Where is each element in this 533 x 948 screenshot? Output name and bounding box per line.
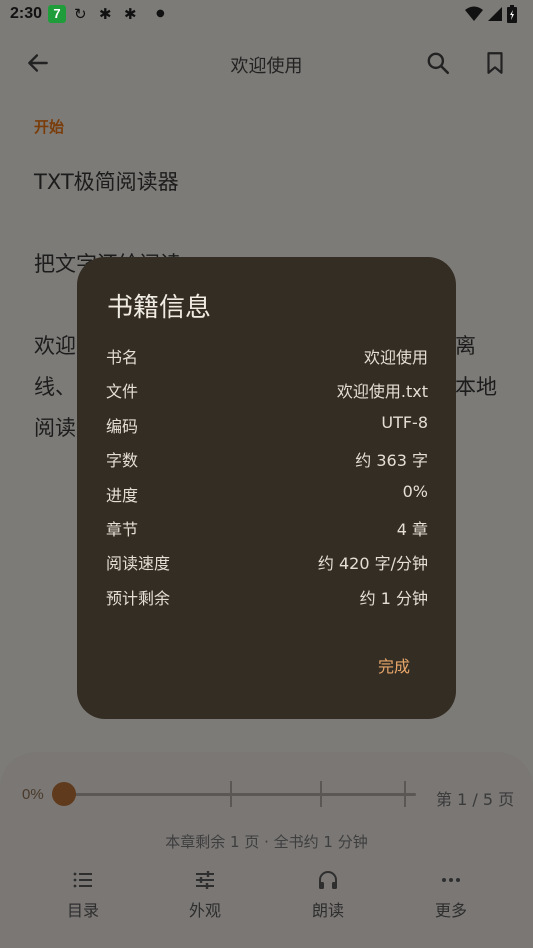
- list-icon: [73, 872, 92, 888]
- info-key: 进度: [106, 486, 139, 505]
- info-key: 预计剩余: [106, 589, 171, 608]
- nav-label: 更多: [434, 901, 467, 920]
- info-value: UTF-8: [381, 413, 428, 432]
- bug-icon: ✱: [124, 5, 137, 23]
- nav-more-button[interactable]: 更多: [411, 868, 491, 921]
- app-badge-icon: 7: [48, 5, 66, 23]
- status-time: 2:30: [10, 5, 43, 22]
- info-row: 文件 欢迎使用.txt: [106, 378, 428, 401]
- info-row: 书名 欢迎使用: [106, 344, 428, 367]
- info-row: 章节 4 章: [106, 516, 428, 539]
- info-key: 书名: [106, 348, 139, 367]
- info-key: 字数: [106, 451, 139, 470]
- info-value: 欢迎使用.txt: [336, 382, 428, 401]
- status-bar: 2:30 7 ↻ ✱ ✱ ●: [0, 0, 533, 30]
- page-count: 第 1 / 5 页: [436, 790, 515, 809]
- info-value: 约 1 分钟: [359, 589, 428, 608]
- info-key: 阅读速度: [106, 554, 171, 573]
- info-key: 文件: [106, 382, 139, 401]
- info-row: 进度 0%: [106, 482, 428, 505]
- nav-toc-button[interactable]: 目录: [43, 868, 123, 921]
- info-row: 预计剩余 约 1 分钟: [106, 585, 428, 608]
- remaining-time: 本章剩余 1 页 · 全书约 1 分钟: [165, 833, 368, 851]
- sync-icon: ↻: [74, 5, 87, 23]
- battery-icon: [507, 5, 517, 23]
- nav-read-aloud-button[interactable]: 朗读: [288, 868, 368, 921]
- chapter-label: 开始: [34, 118, 65, 136]
- nav-appearance-button[interactable]: 外观: [165, 868, 245, 921]
- sliders-icon: [196, 871, 214, 889]
- dot-icon: ●: [156, 8, 165, 19]
- progress-percent: 0%: [22, 786, 44, 803]
- search-icon[interactable]: [425, 50, 451, 76]
- signal-icon: [488, 7, 502, 21]
- info-value: 4 章: [396, 520, 428, 539]
- progress-slider-thumb[interactable]: [52, 782, 76, 806]
- bug-icon: ✱: [99, 5, 112, 23]
- progress-tick: [230, 781, 232, 807]
- info-value: 欢迎使用: [363, 348, 428, 367]
- info-key: 编码: [106, 417, 139, 436]
- book-info-dialog: 书籍信息 书名 欢迎使用 文件 欢迎使用.txt 编码 UTF-8 字数 约 3…: [77, 257, 456, 719]
- progress-tick: [404, 781, 406, 807]
- bookmark-icon[interactable]: [482, 50, 508, 76]
- dialog-title: 书籍信息: [107, 293, 212, 323]
- reader-line: 阅读: [34, 416, 76, 440]
- nav-label: 目录: [66, 901, 99, 920]
- reader-line: TXT极简阅读器: [34, 170, 179, 194]
- info-value: 约 363 字: [355, 451, 428, 470]
- more-icon: [442, 878, 460, 882]
- info-row: 阅读速度 约 420 字/分钟: [106, 550, 428, 573]
- done-button[interactable]: 完成: [378, 653, 410, 677]
- progress-track[interactable]: [64, 793, 416, 796]
- page-title: 欢迎使用: [230, 56, 303, 77]
- headphones-icon: [319, 871, 337, 889]
- reader-line: 本地: [455, 375, 497, 399]
- progress-tick: [320, 781, 322, 807]
- info-key: 章节: [106, 520, 139, 539]
- reader-line: 线、: [34, 375, 76, 399]
- nav-label: 朗读: [311, 901, 344, 920]
- reader-line: 离: [455, 334, 476, 358]
- app-bar: 欢迎使用: [0, 40, 533, 86]
- info-row: 编码 UTF-8: [106, 413, 428, 436]
- info-row: 字数 约 363 字: [106, 447, 428, 470]
- nav-label: 外观: [188, 901, 221, 920]
- info-value: 0%: [402, 482, 428, 501]
- info-value: 约 420 字/分钟: [317, 554, 428, 573]
- wifi-icon: [465, 6, 483, 21]
- reader-line: 欢迎: [34, 334, 76, 358]
